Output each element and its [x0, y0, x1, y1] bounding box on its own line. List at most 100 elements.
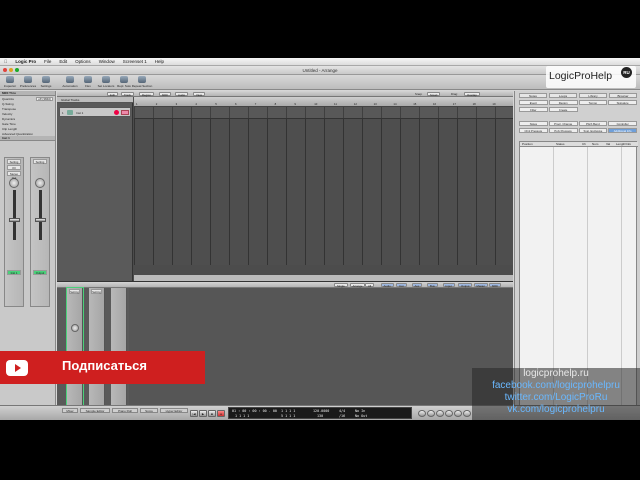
strip-setting-button[interactable]: Setting: [69, 289, 80, 294]
record-enable-button[interactable]: [114, 110, 119, 115]
global-tracks-toggle[interactable]: Global Tracks: [57, 97, 133, 103]
subscribe-button[interactable]: Подписаться: [0, 351, 205, 384]
flex-button[interactable]: Flex: [80, 76, 96, 88]
tab-hyper-editor[interactable]: Hyper Editor: [160, 408, 188, 413]
event-type-chnl-pressure[interactable]: Chnl Pressure: [519, 128, 548, 133]
mixer-filter-arrange[interactable]: Arrange: [349, 283, 366, 288]
tab-score[interactable]: Score: [140, 408, 158, 413]
event-type-syst-exclusive[interactable]: Syst. Exclusive: [578, 128, 608, 133]
tab-mixer[interactable]: Mixer: [62, 408, 78, 413]
mixer-strip-stereo-out[interactable]: Setting Stereo Out: [89, 288, 105, 406]
event-type-progr-change[interactable]: Progr. Change: [548, 121, 578, 126]
tab-sample-editor[interactable]: Sample Editor: [80, 408, 110, 413]
inspector-track-header[interactable]: Inst 1: [0, 136, 55, 141]
col-num[interactable]: Num: [590, 142, 604, 146]
menu-edit[interactable]: Edit: [59, 59, 67, 64]
col-status[interactable]: Status: [554, 142, 580, 146]
stop-button[interactable]: ■: [208, 410, 216, 417]
subtab-signature[interactable]: Signature: [608, 100, 637, 105]
subtab-event[interactable]: Event: [519, 100, 548, 105]
menu-window[interactable]: Window: [99, 59, 115, 64]
tab-notes[interactable]: Notes: [519, 93, 547, 98]
arrange-menu-view[interactable]: View: [193, 92, 206, 97]
repeat-section-button[interactable]: Repeat Section: [132, 76, 152, 88]
arrange-canvas[interactable]: [134, 107, 513, 265]
snap-select[interactable]: Smart: [427, 92, 441, 97]
mixer-filter-output[interactable]: Output: [458, 283, 473, 288]
mixer-filter-midi[interactable]: MIDI: [489, 283, 501, 288]
menu-file[interactable]: File: [44, 59, 51, 64]
autopunch-button[interactable]: [427, 410, 435, 417]
apple-icon[interactable]: : [4, 59, 7, 64]
minimize-window-button[interactable]: [9, 68, 13, 72]
fader-cap[interactable]: [8, 218, 20, 222]
subtab-region[interactable]: Region: [548, 100, 578, 105]
drag-select[interactable]: Overlap: [464, 92, 480, 97]
mixer-filter-aux[interactable]: Aux: [411, 283, 423, 288]
col-position[interactable]: Position: [520, 142, 554, 146]
mixer-filter-all[interactable]: All: [365, 283, 375, 288]
record-button[interactable]: ●: [217, 410, 225, 417]
fader-cap[interactable]: [34, 218, 46, 222]
go-to-start-button[interactable]: |◀: [190, 410, 198, 417]
mixer-filter-audio[interactable]: Audio: [380, 283, 394, 288]
transport-display[interactable]: 01 : 00 : 00 : 00 . 00 1 1 1 1 1 1 1 1 5…: [228, 407, 412, 419]
filter-button[interactable]: Filter: [519, 107, 548, 112]
strip-setting-button[interactable]: Setting: [7, 159, 21, 164]
cycle-button[interactable]: [418, 410, 426, 417]
track-lane-inst-1[interactable]: [134, 107, 513, 119]
tab-loops[interactable]: Loops: [549, 93, 577, 98]
play-button[interactable]: ▶: [199, 410, 207, 417]
preferences-button[interactable]: Preferences: [20, 76, 36, 88]
event-type-poly-pressure[interactable]: Poly Pressure: [548, 128, 578, 133]
create-button[interactable]: Create: [548, 107, 578, 112]
strip-setting-button[interactable]: Setting: [91, 289, 102, 294]
col-val[interactable]: Val: [604, 142, 614, 146]
metronome-button[interactable]: [454, 410, 462, 417]
mixer-filter-bus[interactable]: Bus: [427, 283, 438, 288]
mixer-filter-input[interactable]: Input: [442, 283, 455, 288]
close-window-button[interactable]: [3, 68, 7, 72]
pan-knob[interactable]: [35, 178, 45, 188]
volume-fader[interactable]: [8, 190, 20, 240]
event-type-additional-info[interactable]: Additional Info: [608, 128, 637, 133]
menu-help[interactable]: Help: [155, 59, 164, 64]
arrange-menu-audio[interactable]: Audio: [175, 92, 189, 97]
strip-setting-button[interactable]: Setting: [33, 159, 47, 164]
link-website[interactable]: logicprohelp.ru: [472, 368, 640, 380]
mixer-strip-inst-1[interactable]: Setting Inst 1: [66, 287, 84, 407]
track-header-inst-1[interactable]: 1 Inst 1: [59, 107, 131, 117]
mixer-strip-master[interactable]: Master: [111, 288, 127, 406]
col-ch[interactable]: Ch: [580, 142, 590, 146]
menu-options[interactable]: Options: [75, 59, 91, 64]
arrange-menu-track[interactable]: Track: [121, 92, 134, 97]
tab-browser[interactable]: Browser: [609, 93, 637, 98]
event-type-notes[interactable]: Notes: [519, 121, 548, 126]
bar-ruler[interactable]: 1 2 3 4 5 6 7 8 9 10 11 12 13 14 15 16 17 18 19: [134, 97, 513, 107]
strip-io-slot[interactable]: I/O: [7, 165, 21, 170]
link-twitter[interactable]: twitter.com/LogicProRu: [472, 392, 640, 404]
settings-button[interactable]: Settings: [38, 76, 54, 88]
pan-knob[interactable]: [70, 324, 79, 332]
repl-solo-button[interactable]: Repl. Solo: [116, 76, 132, 88]
mixer-filter-master[interactable]: Master: [473, 283, 489, 288]
automation-button[interactable]: Automation: [62, 76, 78, 88]
arrange-menu-midi[interactable]: MIDI: [159, 92, 171, 97]
link-facebook[interactable]: facebook.com/logicprohelpru: [472, 380, 640, 392]
inspector-button[interactable]: Inspector: [2, 76, 18, 88]
mixer-filter-single[interactable]: Single: [334, 283, 348, 288]
link-vk[interactable]: vk.com/logicprohelpru: [472, 404, 640, 416]
tab-piano-roll[interactable]: Piano Roll: [112, 408, 138, 413]
menu-screenset[interactable]: Screenset 1: [123, 59, 147, 64]
replace-button[interactable]: [436, 410, 444, 417]
tab-library[interactable]: Library: [579, 93, 607, 98]
set-locators-button[interactable]: Set Locators: [98, 76, 114, 88]
track-name[interactable]: Inst 1: [76, 111, 83, 115]
strip-output-slot[interactable]: Stereo Out: [7, 171, 21, 180]
mixer-filter-inst[interactable]: Inst: [396, 283, 407, 288]
event-type-controller[interactable]: Controller: [608, 121, 637, 126]
arrange-menu-edit[interactable]: Edit: [107, 92, 118, 97]
low-latency-button[interactable]: [463, 410, 471, 417]
subtab-tempo[interactable]: Tempo: [578, 100, 608, 105]
mute-solo-buttons[interactable]: [121, 110, 129, 115]
